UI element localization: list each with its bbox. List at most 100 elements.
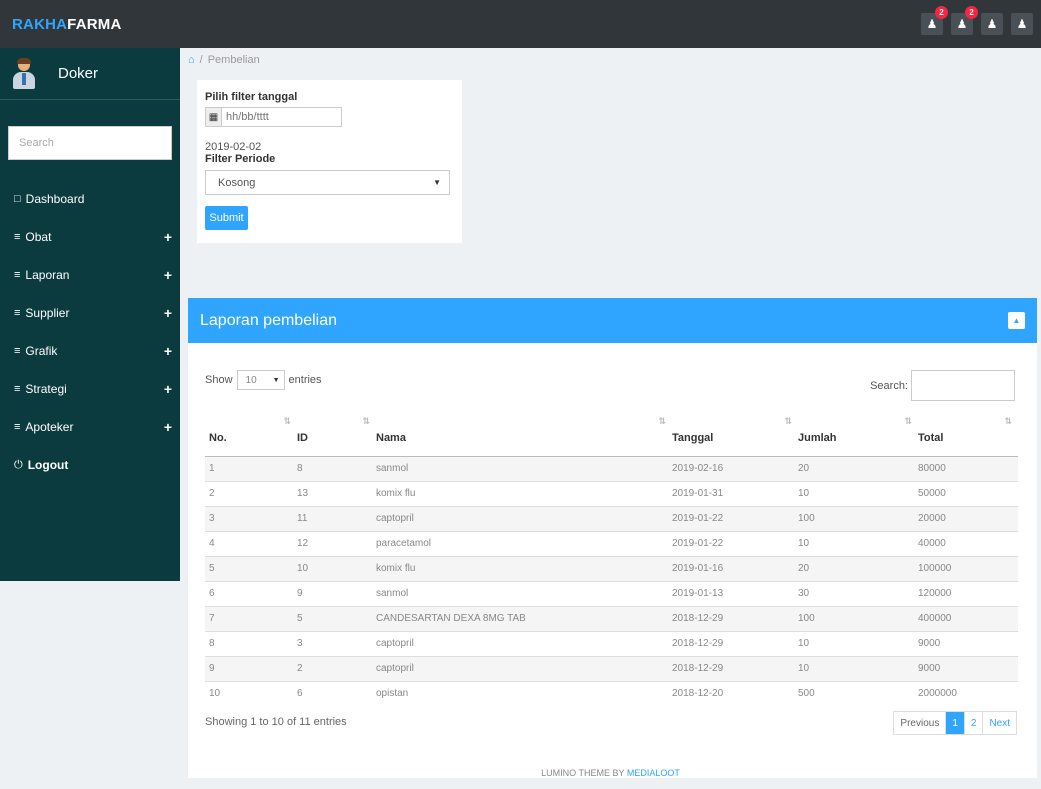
submit-button[interactable]: Submit (205, 206, 248, 230)
sidebar-item-label: Grafik (25, 344, 58, 358)
pagination-page-2[interactable]: 2 (965, 712, 984, 734)
pagination-page-1[interactable]: 1 (946, 712, 965, 734)
table-row: 9 2 captopril 2018-12-29 10 9000 (205, 655, 1018, 681)
table-search: Search: (870, 370, 1015, 401)
pagination-previous[interactable]: Previous (894, 712, 947, 734)
caret-down-icon: ▼ (433, 178, 441, 187)
breadcrumb: ⌂ / Pembelian (188, 54, 260, 66)
filter-panel: Pilih filter tanggal ▦ 2019-02-02 Filter… (197, 80, 462, 243)
sidebar-search-input[interactable] (8, 126, 172, 160)
entries-value: 10 (245, 374, 257, 386)
expand-icon[interactable]: + (164, 267, 172, 283)
period-select[interactable]: Kosong ▼ (205, 170, 450, 195)
date-filter-label: Pilih filter tanggal (205, 91, 298, 103)
expand-icon[interactable]: + (164, 229, 172, 245)
sidebar-item-label: Strategi (25, 382, 67, 396)
caret-down-icon: ▼ (272, 376, 280, 384)
period-filter-label: Filter Periode (205, 153, 276, 165)
menu-icon: ≡ (14, 421, 21, 433)
entries-select[interactable]: 10 ▼ (236, 370, 285, 390)
expand-icon[interactable]: + (164, 419, 172, 435)
column-header-nama[interactable]: Nama ⇅ (376, 410, 672, 457)
sidebar-item-label: Apoteker (25, 420, 74, 434)
top-navbar: RAKHAFARMA ♟ 2 ♟ 2 ♟ ♟ (0, 0, 1041, 48)
top-icons: ♟ 2 ♟ 2 ♟ ♟ (921, 6, 1033, 35)
search-label: Search: (870, 379, 908, 392)
square-icon: □ (14, 193, 21, 205)
table-search-input[interactable] (911, 370, 1015, 401)
pagination: Previous 1 2 Next (893, 711, 1017, 735)
sidebar-item-strategi[interactable]: ≡ Strategi + (0, 370, 180, 408)
user-icon[interactable]: ♟ 2 (921, 6, 948, 35)
footer: LUMINO THEME BY MEDIALOOT (180, 768, 1041, 778)
show-label: Show (205, 374, 233, 386)
menu-icon: ≡ (14, 383, 21, 395)
notification-badge: 2 (965, 6, 978, 19)
table-row: 10 6 opistan 2018-12-20 500 2000000 (205, 680, 1018, 706)
menu-icon: ≡ (14, 269, 21, 281)
collapse-icon[interactable]: ▲ (1008, 312, 1025, 329)
sort-icon: ⇅ (283, 416, 291, 426)
expand-icon[interactable]: + (164, 381, 172, 397)
sort-icon: ⇅ (362, 416, 370, 426)
column-header-jumlah[interactable]: Jumlah ⇅ (798, 410, 918, 457)
sidebar-item-label: Dashboard (25, 192, 85, 206)
sidebar-item-label: Laporan (25, 268, 70, 282)
user-icon[interactable]: ♟ 2 (951, 6, 978, 35)
breadcrumb-current: Pembelian (207, 54, 260, 66)
selected-date: 2019-02-02 (205, 141, 262, 153)
table-header-row: No. ⇅ ID ⇅ Nama ⇅ Tanggal ⇅ Jumlah ⇅ Total ⇅ (205, 410, 1018, 457)
power-icon: ⏻ (14, 458, 23, 471)
show-entries: Show 10 ▼ entries (205, 370, 322, 390)
column-header-no[interactable]: No. ⇅ (205, 410, 297, 457)
home-icon[interactable]: ⌂ (188, 54, 195, 66)
brand-part-1: RAKHA (12, 15, 68, 33)
table-row: 2 13 komix flu 2019-01-31 10 50000 (205, 480, 1018, 506)
sidebar-item-dashboard[interactable]: □ Dashboard (0, 180, 180, 218)
sidebar-item-supplier[interactable]: ≡ Supplier + (0, 294, 180, 332)
date-input-group: ▦ (205, 107, 454, 127)
column-header-id[interactable]: ID ⇅ (297, 410, 376, 457)
table-row: 1 8 sanmol 2019-02-16 20 80000 (205, 455, 1018, 481)
sort-icon: ⇅ (904, 416, 912, 426)
pagination-next[interactable]: Next (983, 712, 1016, 734)
table-row: 4 12 paracetamol 2019-01-22 10 40000 (205, 530, 1018, 556)
avatar (12, 57, 36, 89)
sidebar-item-grafik[interactable]: ≡ Grafik + (0, 332, 180, 370)
footer-link[interactable]: MEDIALOOT (627, 768, 680, 778)
calendar-icon: ▦ (205, 107, 221, 127)
sort-icon: ⇅ (658, 416, 666, 426)
sidebar-item-logout[interactable]: ⏻ Logout (0, 446, 180, 484)
sidebar-item-laporan[interactable]: ≡ Laporan + (0, 256, 180, 294)
table-controls: Show 10 ▼ entries Search: (188, 370, 1037, 410)
menu-icon: ≡ (14, 307, 21, 319)
menu-icon: ≡ (14, 345, 21, 357)
period-select-value: Kosong (218, 176, 256, 189)
table-row: 3 11 captopril 2019-01-22 100 20000 (205, 505, 1018, 531)
profile-name: Doker (58, 65, 99, 82)
sidebar-item-obat[interactable]: ≡ Obat + (0, 218, 180, 256)
menu-icon: ≡ (14, 231, 21, 243)
entries-label: entries (288, 374, 322, 386)
main-content: ⌂ / Pembelian Pilih filter tanggal ▦ 201… (180, 48, 1041, 789)
profile: Doker (0, 48, 180, 100)
expand-icon[interactable]: + (164, 305, 172, 321)
table-info: Showing 1 to 10 of 11 entries (205, 716, 347, 728)
brand-logo[interactable]: RAKHAFARMA (12, 16, 122, 33)
sort-icon: ⇅ (1004, 416, 1012, 426)
purchase-table: No. ⇅ ID ⇅ Nama ⇅ Tanggal ⇅ Jumlah ⇅ Total ⇅ 1… (205, 410, 1018, 706)
table-row: 5 10 komix flu 2019-01-16 20 100000 (205, 555, 1018, 581)
sidebar-item-label: Obat (25, 230, 52, 244)
table-row: 6 9 sanmol 2019-01-13 30 120000 (205, 580, 1018, 606)
sidebar-menu: □ Dashboard ≡ Obat + ≡ Laporan + ≡ Supplier … (0, 180, 180, 484)
user-icon[interactable]: ♟ (1011, 13, 1033, 35)
date-input[interactable] (221, 107, 342, 127)
report-header: Laporan pembelian ▲ (188, 298, 1037, 343)
sidebar-item-label: Supplier (25, 306, 70, 320)
column-header-total[interactable]: Total ⇅ (918, 410, 1018, 457)
column-header-tanggal[interactable]: Tanggal ⇅ (672, 410, 798, 457)
sort-icon: ⇅ (784, 416, 792, 426)
user-icon[interactable]: ♟ (981, 13, 1003, 35)
expand-icon[interactable]: + (164, 343, 172, 359)
sidebar-item-apoteker[interactable]: ≡ Apoteker + (0, 408, 180, 446)
